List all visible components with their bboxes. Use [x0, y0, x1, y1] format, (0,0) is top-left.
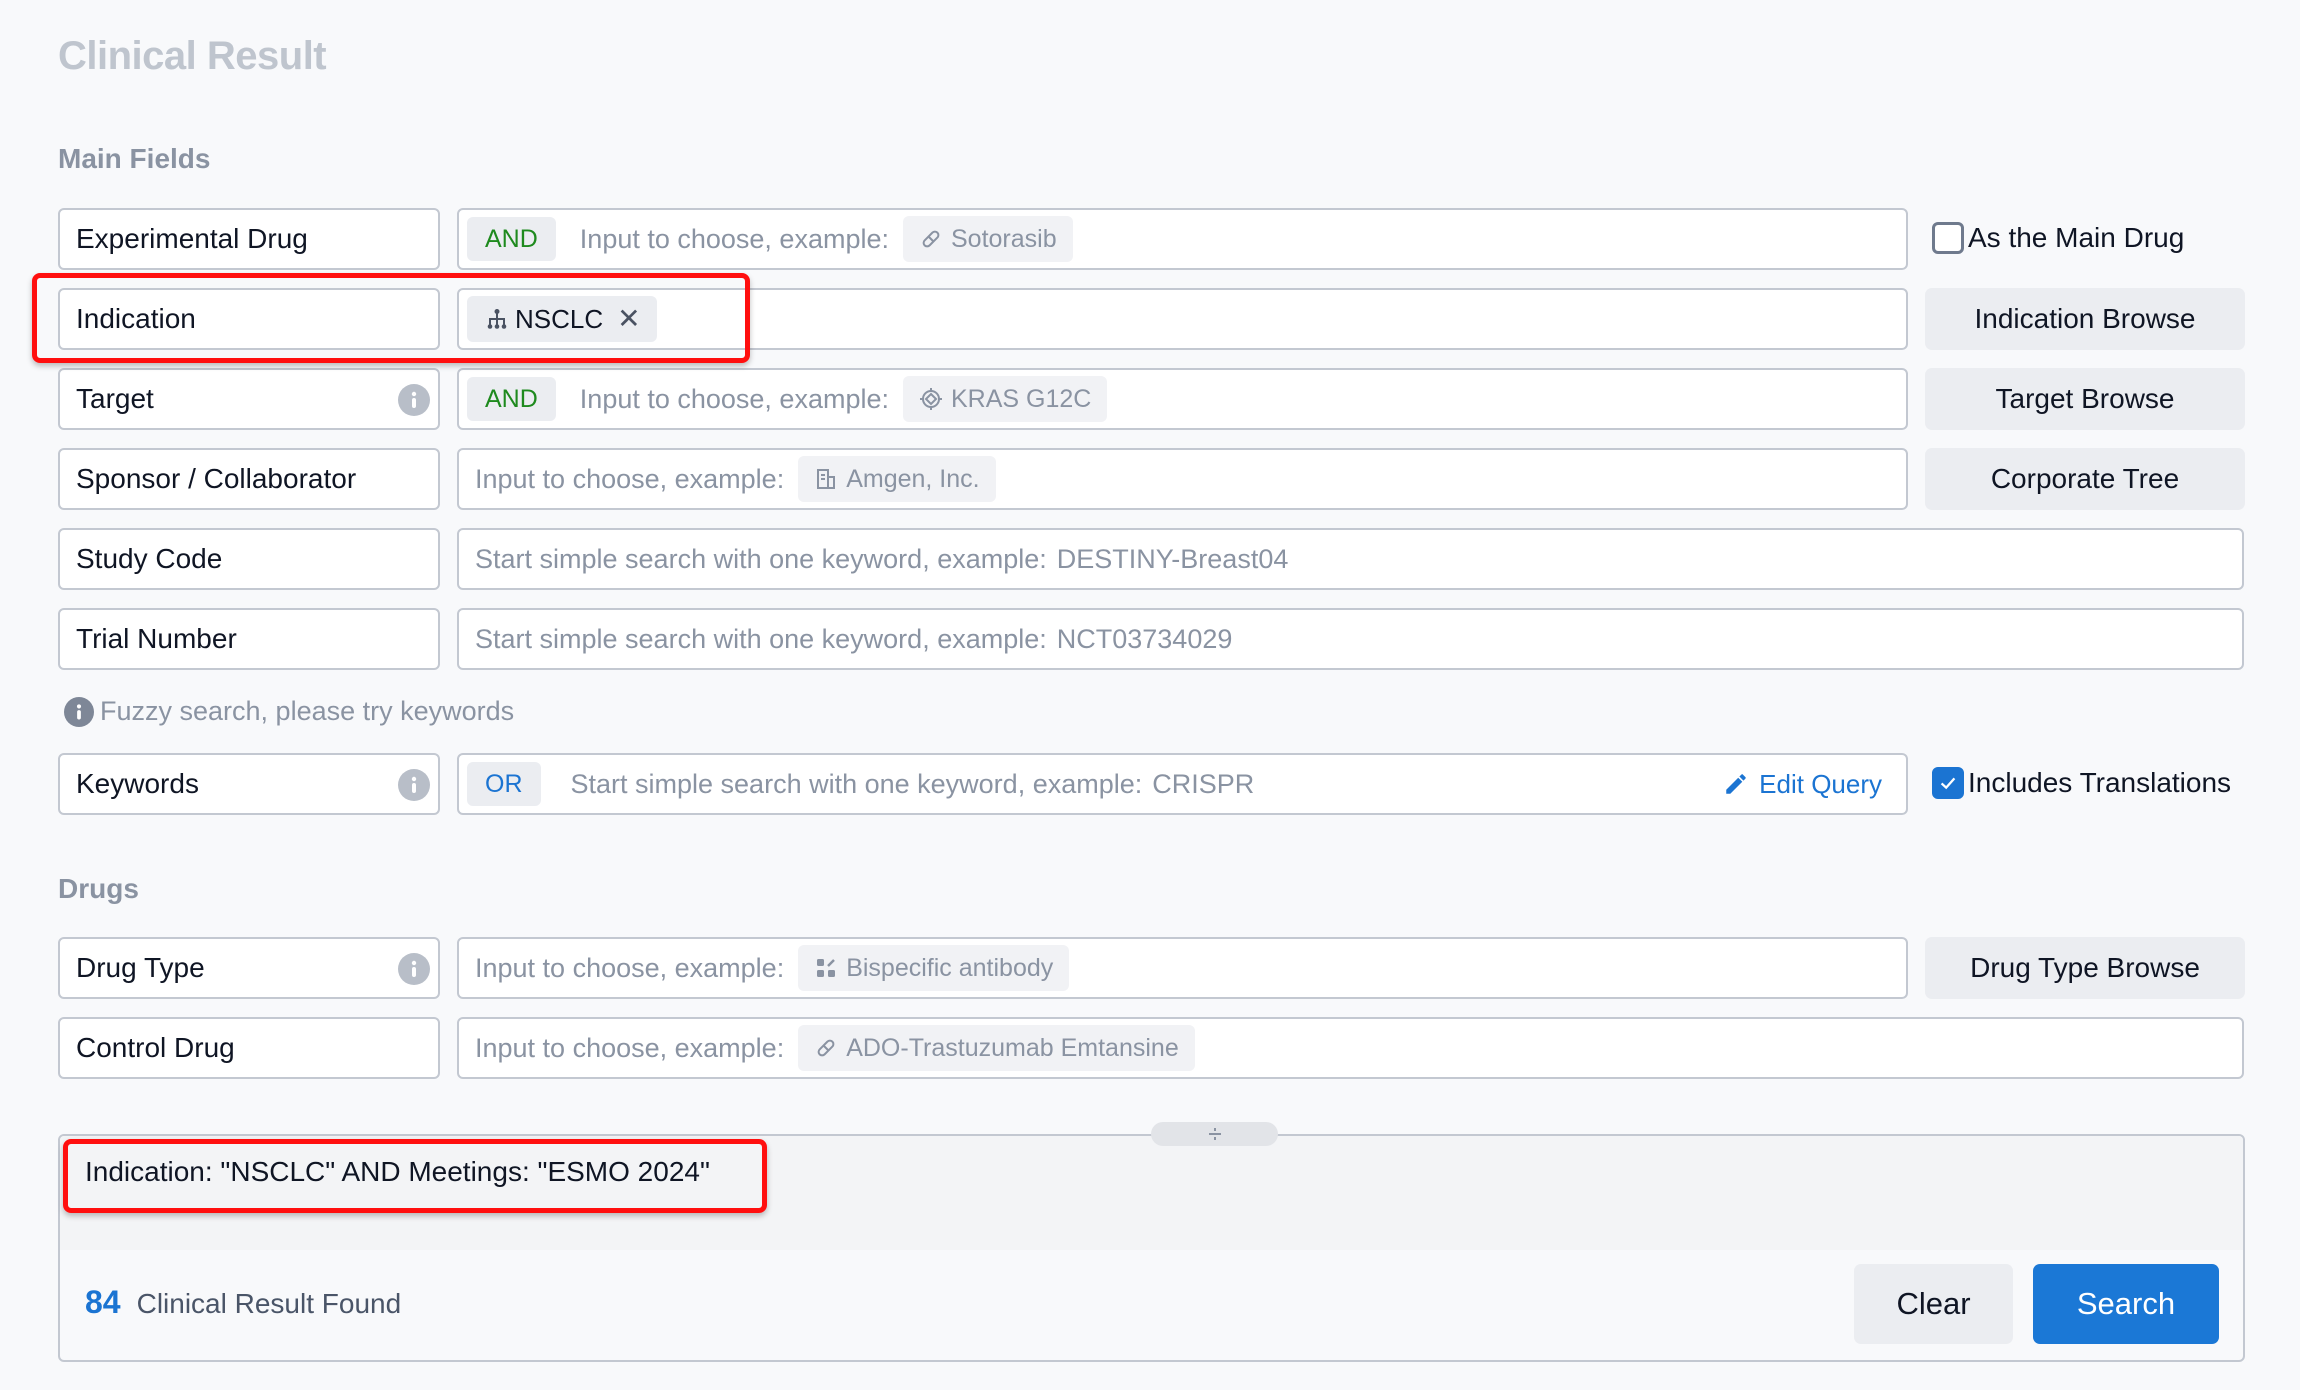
example-chip-text: Amgen, Inc.: [846, 464, 980, 493]
field-label-text: Sponsor / Collaborator: [76, 463, 357, 494]
as-main-drug-checkbox[interactable]: As the Main Drug: [1932, 222, 2184, 254]
check-icon: [1940, 777, 1956, 790]
tag-text: NSCLC: [515, 303, 604, 334]
placeholder-text: Input to choose, example:: [475, 952, 785, 983]
example-chip[interactable]: Bispecific antibody: [798, 945, 1070, 991]
resize-handle[interactable]: [1151, 1122, 1278, 1146]
field-label-text: Trial Number: [76, 623, 237, 654]
info-icon[interactable]: [398, 384, 430, 416]
field-label-target[interactable]: Target: [58, 368, 440, 430]
building-icon: [817, 469, 836, 489]
checkbox-unchecked[interactable]: [1932, 222, 1964, 254]
study-code-input[interactable]: Start simple search with one keyword, ex…: [457, 528, 2244, 590]
field-label-drug-type[interactable]: Drug Type: [58, 937, 440, 999]
placeholder-example: CRISPR: [1152, 768, 1255, 799]
checkbox-label: Includes Translations: [1968, 767, 2232, 798]
drug-type-browse-button[interactable]: Drug Type Browse: [1925, 937, 2245, 999]
field-label-control-drug[interactable]: Control Drug: [58, 1017, 440, 1079]
example-chip[interactable]: Amgen, Inc.: [798, 456, 996, 502]
control-drug-input[interactable]: Input to choose, example: ADO-Trastuzuma…: [457, 1017, 2244, 1079]
hierarchy-icon: [487, 309, 507, 329]
pill-icon: [817, 1039, 835, 1057]
placeholder-text: Start simple search with one keyword, ex…: [475, 623, 1047, 654]
example-chip-text: Sotorasib: [951, 224, 1057, 253]
placeholder-text: Start simple search with one keyword, ex…: [570, 768, 1143, 799]
target-input[interactable]: AND Input to choose, example: KRAS G12C: [457, 368, 1908, 430]
edit-query-label: Edit Query: [1759, 768, 1882, 799]
includes-translations-checkbox[interactable]: Includes Translations: [1932, 767, 2231, 799]
hint-text: Fuzzy search, please try keywords: [100, 696, 515, 726]
field-label-sponsor[interactable]: Sponsor / Collaborator: [58, 448, 440, 510]
result-count-label: Clinical Result Found: [136, 1288, 402, 1319]
field-label-experimental-drug[interactable]: Experimental Drug: [58, 208, 440, 270]
example-chip[interactable]: ADO-Trastuzumab Emtansine: [798, 1025, 1195, 1071]
query-textarea[interactable]: Indication: "NSCLC" AND Meetings: "ESMO …: [60, 1136, 2243, 1250]
edit-query-button[interactable]: Edit Query: [1723, 755, 1882, 813]
trial-number-input[interactable]: Start simple search with one keyword, ex…: [457, 608, 2244, 670]
drug-type-input[interactable]: Input to choose, example: Bispecific ant…: [457, 937, 1908, 999]
field-label-text: Target: [76, 383, 154, 414]
corporate-tree-button[interactable]: Corporate Tree: [1925, 448, 2245, 510]
experimental-drug-input[interactable]: AND Input to choose, example: Sotorasib: [457, 208, 1908, 270]
field-label-text: Experimental Drug: [76, 223, 308, 254]
field-label-text: Keywords: [76, 768, 199, 799]
field-label-text: Control Drug: [76, 1032, 235, 1063]
close-icon[interactable]: ✕: [617, 305, 640, 333]
indication-input[interactable]: NSCLC ✕: [457, 288, 1908, 350]
placeholder-text: Input to choose, example:: [475, 463, 785, 494]
search-button[interactable]: Search: [2033, 1264, 2219, 1344]
example-chip[interactable]: Sotorasib: [903, 216, 1073, 262]
field-label-indication[interactable]: Indication: [58, 288, 440, 350]
result-count: 84 Clinical Result Found: [85, 1284, 401, 1321]
example-chip-text: KRAS G12C: [951, 384, 1092, 413]
checkbox-checked[interactable]: [1932, 767, 1964, 799]
antibody-icon: [817, 959, 836, 977]
field-label-keywords[interactable]: Keywords: [58, 753, 440, 815]
example-chip-text: ADO-Trastuzumab Emtansine: [846, 1033, 1179, 1062]
sponsor-input[interactable]: Input to choose, example: Amgen, Inc.: [457, 448, 1908, 510]
query-text: Indication: "NSCLC" AND Meetings: "ESMO …: [85, 1156, 710, 1187]
section-title-drugs: Drugs: [58, 873, 139, 904]
section-title-main-fields: Main Fields: [58, 143, 211, 174]
operator-toggle[interactable]: AND: [467, 377, 556, 421]
field-label-study-code[interactable]: Study Code: [58, 528, 440, 590]
pencil-icon: [1726, 774, 1746, 794]
selected-tag-nsclc: NSCLC ✕: [467, 296, 657, 342]
keywords-input[interactable]: OR Start simple search with one keyword,…: [457, 753, 1908, 815]
field-label-trial-number[interactable]: Trial Number: [58, 608, 440, 670]
pill-icon: [922, 230, 940, 248]
field-label-text: Study Code: [76, 543, 223, 574]
target-browse-button[interactable]: Target Browse: [1925, 368, 2245, 430]
page-title: Clinical Result: [58, 34, 327, 78]
placeholder-text: Input to choose, example:: [579, 383, 889, 414]
result-count-number: 84: [85, 1284, 121, 1320]
operator-toggle[interactable]: AND: [467, 217, 556, 261]
clear-button[interactable]: Clear: [1854, 1264, 2013, 1344]
fuzzy-search-hint: Fuzzy search, please try keywords: [64, 696, 514, 727]
field-label-text: Drug Type: [76, 952, 205, 983]
target-icon: [920, 388, 942, 410]
info-icon: [64, 696, 94, 727]
indication-browse-button[interactable]: Indication Browse: [1925, 288, 2245, 350]
field-label-text: Indication: [76, 303, 196, 334]
placeholder-text: Start simple search with one keyword, ex…: [475, 543, 1047, 574]
example-chip-text: Bispecific antibody: [846, 953, 1054, 982]
example-chip[interactable]: KRAS G12C: [903, 376, 1108, 422]
placeholder-example: NCT03734029: [1056, 623, 1233, 654]
placeholder-text: Input to choose, example:: [579, 223, 889, 254]
info-icon[interactable]: [398, 953, 430, 985]
checkbox-label: As the Main Drug: [1968, 222, 2185, 253]
placeholder-text: Input to choose, example:: [475, 1032, 785, 1063]
info-icon[interactable]: [398, 769, 430, 801]
placeholder-example: DESTINY-Breast04: [1056, 543, 1289, 574]
operator-toggle[interactable]: OR: [467, 762, 541, 806]
drag-handle-icon: [1208, 1128, 1221, 1140]
